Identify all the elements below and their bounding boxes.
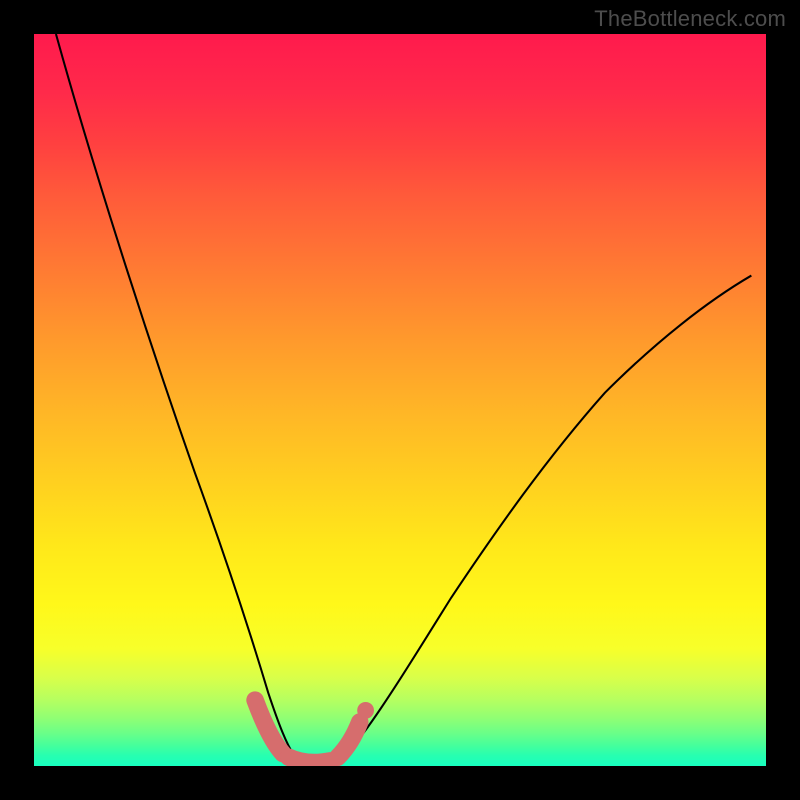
curve-layer [34,34,766,766]
plot-area [34,34,766,766]
chart-frame: TheBottleneck.com [0,0,800,800]
bottleneck-curve [56,34,751,763]
watermark-text: TheBottleneck.com [594,6,786,32]
